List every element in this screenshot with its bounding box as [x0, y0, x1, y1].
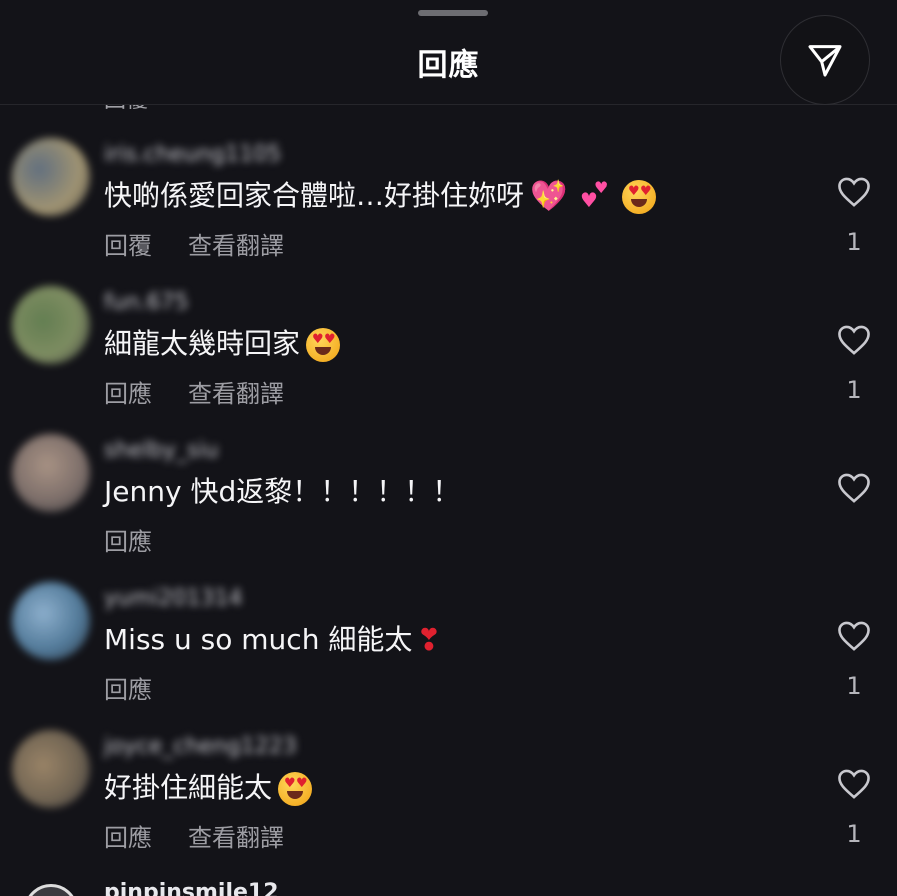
comment-username[interactable]: shelby_siu: [104, 436, 219, 466]
next-comment-peek: pinpinsmile12: [0, 876, 897, 896]
page-title: 回應: [417, 48, 480, 83]
avatar[interactable]: [12, 730, 90, 808]
avatar[interactable]: [12, 138, 90, 216]
comment-username[interactable]: pinpinsmile12: [104, 880, 279, 896]
like-count: 1: [846, 820, 862, 848]
like-button[interactable]: [834, 322, 874, 358]
reply-button[interactable]: 回應: [104, 822, 152, 854]
comments-sheet: 回應 回覆 iris.cheung1105 快啲係愛回家合體啦…好掛住妳呀💖♥♥…: [0, 0, 897, 896]
like-count: 1: [846, 376, 862, 404]
comment-actions: 回覆 查看翻譯: [104, 230, 320, 262]
heart-icon: [838, 177, 870, 207]
send-icon: [808, 45, 842, 77]
comment-username[interactable]: joyce_cheng1223: [104, 732, 297, 762]
avatar[interactable]: [12, 582, 90, 660]
two-hearts-icon: ♥ ♥: [580, 178, 609, 212]
reply-button[interactable]: 回覆: [104, 230, 152, 262]
like-button[interactable]: [834, 174, 874, 210]
comment-item: shelby_siu Jenny 快d返黎！！！！！！ 回應: [0, 432, 897, 572]
see-translation-button[interactable]: 查看翻譯: [188, 378, 284, 410]
like-button[interactable]: [834, 766, 874, 802]
comment-actions: 回應: [104, 674, 188, 706]
reply-button[interactable]: 回應: [104, 378, 152, 410]
reply-button[interactable]: 回應: [104, 526, 152, 558]
comment-text: Miss u so much 細能太 ❣: [104, 620, 441, 660]
comment-username[interactable]: fun.675: [104, 288, 189, 318]
comment-text: 好掛住細能太: [104, 768, 313, 808]
like-button[interactable]: [834, 618, 874, 654]
comment-actions: 回應 查看翻譯: [104, 822, 320, 854]
reply-button[interactable]: 回應: [104, 674, 152, 706]
see-translation-button[interactable]: 查看翻譯: [188, 822, 284, 854]
comment-text: Jenny 快d返黎！！！！！！: [104, 475, 461, 508]
heart-eyes-icon: [622, 180, 657, 214]
avatar[interactable]: [12, 434, 90, 512]
comment-username[interactable]: iris.cheung1105: [104, 140, 281, 170]
avatar[interactable]: [24, 884, 78, 896]
send-button[interactable]: [780, 15, 870, 105]
comment-username[interactable]: yumi201314: [104, 584, 243, 614]
heart-icon: [838, 325, 870, 355]
sparkling-heart-icon: 💖: [530, 179, 568, 214]
comment-text: 快啲係愛回家合體啦…好掛住妳呀 💖 ♥ ♥: [104, 176, 657, 216]
heart-eyes-icon: [306, 328, 341, 362]
comment-item: joyce_cheng1223 好掛住細能太 回應 查看翻譯 1: [0, 728, 897, 868]
avatar[interactable]: [12, 286, 90, 364]
heart-icon: [838, 473, 870, 503]
comment-item: iris.cheung1105 快啲係愛回家合體啦…好掛住妳呀💖♥♥ 回覆查看翻…: [0, 136, 897, 276]
comment-actions: 回應 查看翻譯: [104, 378, 320, 410]
like-count: 1: [846, 228, 862, 256]
like-button[interactable]: [834, 470, 874, 506]
see-translation-button[interactable]: 查看翻譯: [188, 230, 284, 262]
sheet-header: 回應: [0, 0, 897, 105]
drag-handle[interactable]: [418, 10, 488, 16]
heart-eyes-icon: [278, 772, 313, 806]
comment-item: fun.675 細龍太幾時回家 回應 查看翻譯 1: [0, 284, 897, 424]
like-count: 1: [846, 672, 862, 700]
heart-icon: [838, 769, 870, 799]
heart-icon: [838, 621, 870, 651]
comment-text: 細龍太幾時回家: [104, 324, 341, 364]
comment-actions: 回應: [104, 526, 188, 558]
heart-exclamation-icon: ❣: [416, 623, 442, 658]
comment-item: yumi201314 Miss u so much 細能太 ❣ 回應 1: [0, 580, 897, 720]
